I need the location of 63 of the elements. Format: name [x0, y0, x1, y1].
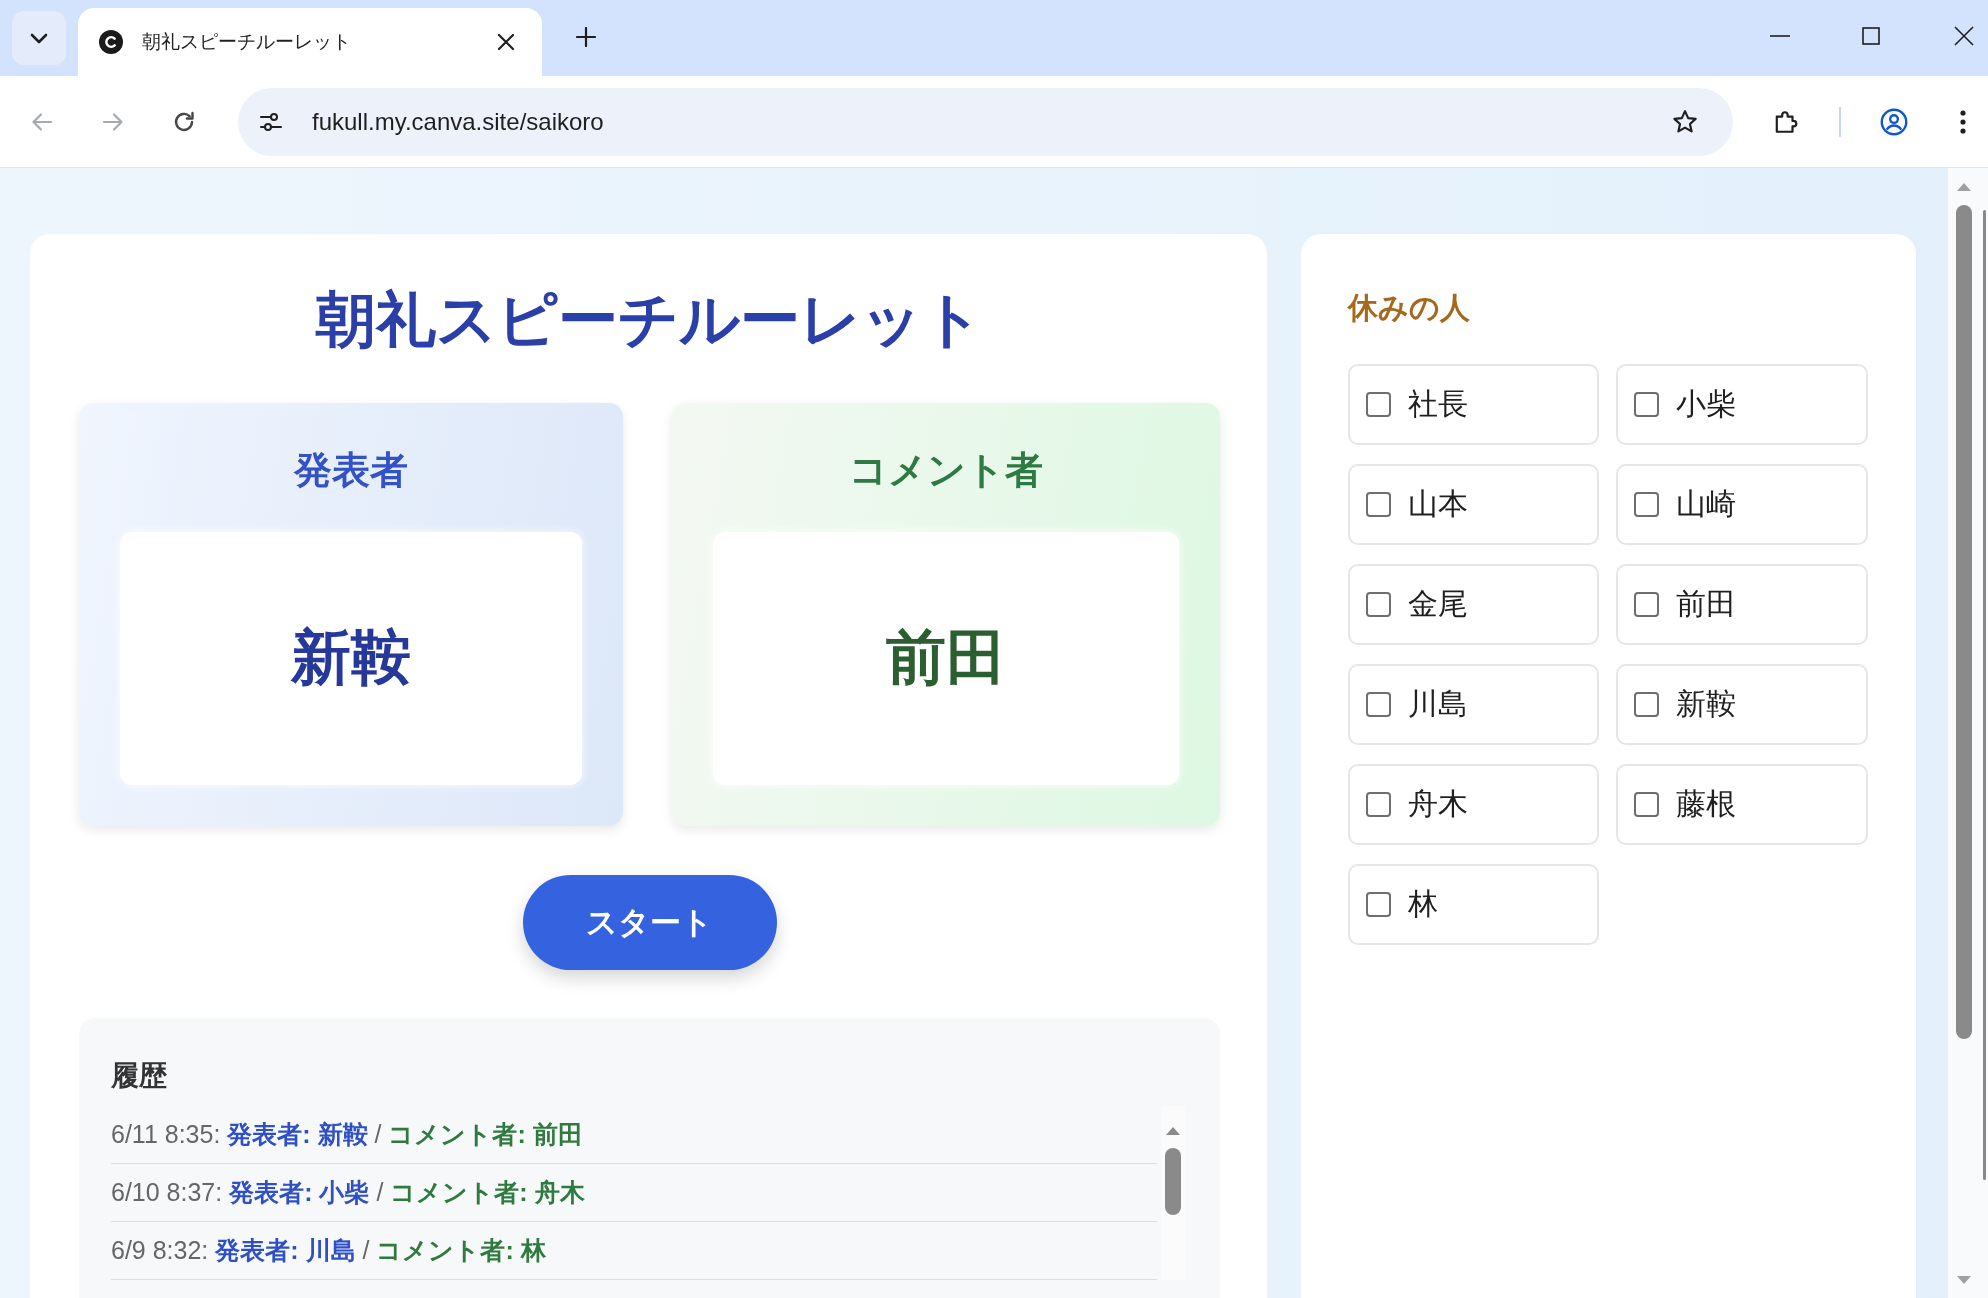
person-name: 林: [1408, 886, 1438, 922]
star-icon: [1672, 108, 1698, 135]
person-name: 小柴: [1676, 386, 1736, 422]
absent-option[interactable]: 新鞍: [1616, 664, 1868, 745]
close-icon: [1954, 26, 1974, 46]
close-icon: [497, 33, 515, 51]
checkbox[interactable]: [1366, 592, 1391, 617]
person-name: 山崎: [1676, 486, 1736, 522]
absent-option[interactable]: 山本: [1348, 464, 1599, 545]
absent-option[interactable]: 林: [1348, 864, 1599, 945]
history-entry: 6/11 8:35: 発表者: 新鞍 / コメント者: 前田: [111, 1119, 583, 1150]
scroll-up-icon[interactable]: [1166, 1127, 1180, 1135]
role-label: コメント者: [849, 448, 1043, 493]
person-name: 前田: [1676, 586, 1736, 622]
checkbox[interactable]: [1634, 492, 1659, 517]
checkbox[interactable]: [1634, 392, 1659, 417]
plus-icon: [576, 27, 596, 47]
checkbox[interactable]: [1634, 692, 1659, 717]
profile-icon: [1880, 107, 1908, 136]
person-name: 舟木: [1408, 786, 1468, 822]
checkbox[interactable]: [1366, 792, 1391, 817]
person-name: 金尾: [1408, 586, 1468, 622]
absent-option[interactable]: 前田: [1616, 564, 1868, 645]
absent-option[interactable]: 藤根: [1616, 764, 1868, 845]
name-card: 新鞍: [120, 532, 582, 785]
person-name: 新鞍: [1676, 686, 1736, 722]
checkbox[interactable]: [1634, 592, 1659, 617]
browser-tab[interactable]: 朝礼スピーチルーレット: [78, 8, 542, 76]
address-bar[interactable]: fukull.my.canva.site/saikoro: [238, 87, 1733, 156]
logo-icon: [99, 30, 123, 54]
checkbox[interactable]: [1366, 392, 1391, 417]
scrollbar-thumb[interactable]: [1983, 210, 1986, 1180]
person-name: 山本: [1408, 486, 1468, 522]
checkbox[interactable]: [1366, 692, 1391, 717]
person-name: 藤根: [1676, 786, 1736, 822]
absent-option[interactable]: 社長: [1348, 364, 1599, 445]
person-name: 川島: [1408, 686, 1468, 722]
absent-title: 休みの人: [1348, 290, 1470, 326]
start-button[interactable]: スタート: [522, 875, 777, 970]
name-card: 前田: [713, 532, 1179, 785]
checkbox[interactable]: [1366, 492, 1391, 517]
puzzle-icon: [1773, 108, 1799, 135]
minimize-icon: [1769, 35, 1790, 37]
absent-option[interactable]: 山崎: [1616, 464, 1868, 545]
caret-down-icon: [30, 32, 48, 44]
scrollbar-thumb[interactable]: [1165, 1148, 1181, 1215]
checkbox[interactable]: [1634, 792, 1659, 817]
reload-icon: [172, 109, 196, 134]
history-entry: 6/10 8:37: 発表者: 小柴 / コメント者: 舟木: [111, 1177, 585, 1208]
maximize-icon: [1861, 27, 1880, 45]
history-title: 履歴: [111, 1059, 167, 1093]
url-text: fukull.my.canva.site/saikoro: [312, 107, 604, 136]
history-entry: 6/9 8:32: 発表者: 川島 / コメント者: 林: [111, 1235, 546, 1266]
scrollbar-thumb[interactable]: [1956, 205, 1972, 1039]
absent-option[interactable]: 小柴: [1616, 364, 1868, 445]
person-name: 社長: [1408, 386, 1468, 422]
checkbox[interactable]: [1366, 892, 1391, 917]
more-menu-icon: [1960, 109, 1966, 134]
absent-option[interactable]: 川島: [1348, 664, 1599, 745]
absent-option[interactable]: 舟木: [1348, 764, 1599, 845]
page-title: 朝礼スピーチルーレット: [316, 285, 983, 355]
absent-option[interactable]: 金尾: [1348, 564, 1599, 645]
role-label: 発表者: [294, 448, 408, 493]
